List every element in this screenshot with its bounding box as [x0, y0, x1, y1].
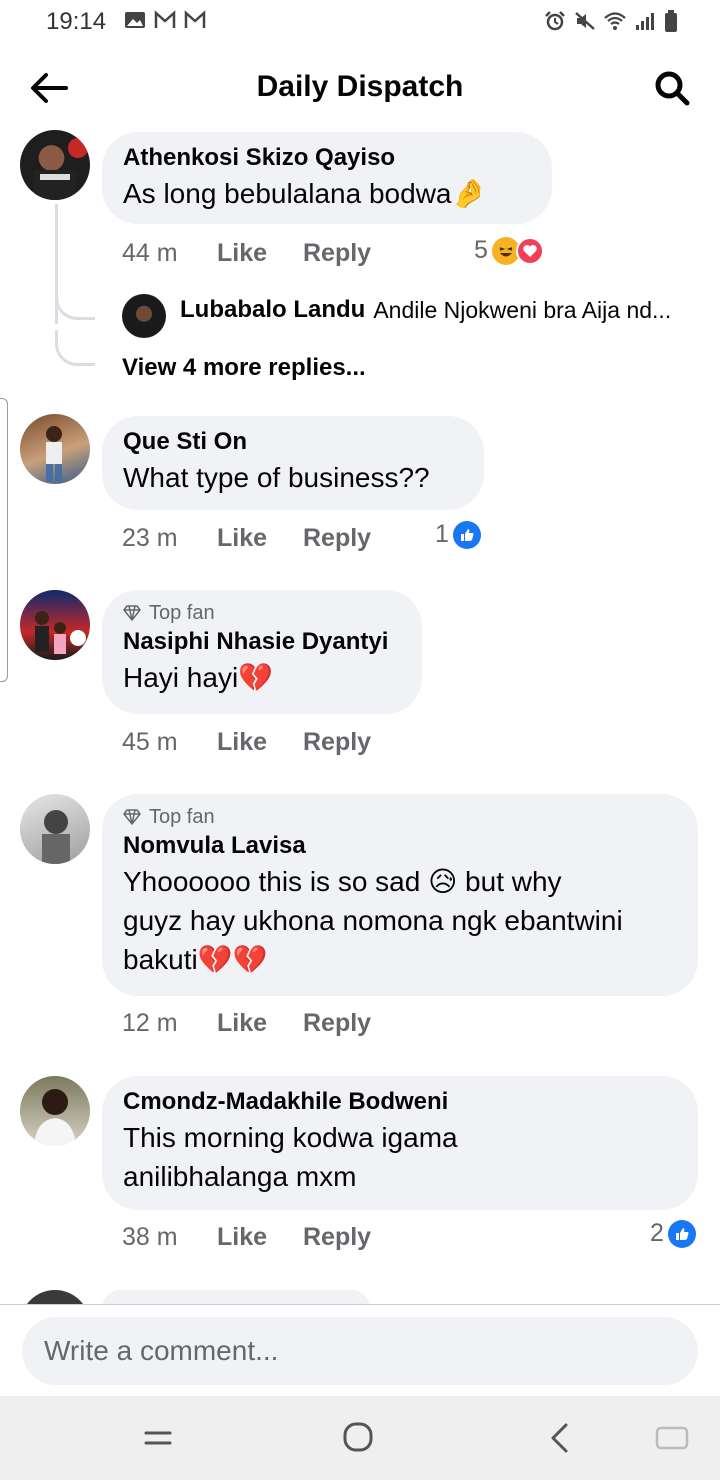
avatar[interactable] [20, 1076, 90, 1146]
keyboard-toggle-icon[interactable] [652, 1420, 692, 1456]
gmail-icon [184, 10, 206, 28]
alarm-icon [545, 11, 565, 31]
system-nav-bar [0, 1396, 720, 1480]
top-fan-label: Top fan [149, 602, 215, 624]
comment-time: 45 m [122, 727, 178, 756]
view-more-replies-link[interactable]: View 4 more replies... [122, 354, 366, 382]
comment-actions: 12 m Like Reply [122, 1006, 371, 1040]
comment-bubble: Top fan Nasiphi Nhasie Dyantyi Hayi hayi… [102, 590, 422, 714]
reaction-count: 2 [650, 1219, 664, 1247]
comment-input[interactable]: Write a comment... [22, 1317, 698, 1385]
like-icon [452, 520, 481, 549]
reaction-summary[interactable]: 1 [435, 520, 481, 549]
diamond-icon [123, 809, 141, 825]
page-title: Daily Dispatch [256, 70, 464, 103]
status-bar: 19:14 [0, 0, 720, 44]
comment-author[interactable]: Athenkosi Skizo Qayiso [123, 142, 530, 174]
wifi-icon [604, 12, 626, 30]
like-button[interactable]: Like [217, 239, 303, 268]
comment-author[interactable]: Nasiphi Nhasie Dyantyi [123, 626, 400, 658]
reply-button[interactable]: Reply [303, 1009, 371, 1038]
top-fan-label: Top fan [149, 806, 215, 828]
reaction-count: 1 [435, 520, 449, 548]
comment-text: Hayi hayi💔 [123, 662, 274, 693]
home-icon[interactable] [338, 1420, 378, 1456]
top-fan-badge: Top fan [123, 600, 400, 626]
comment-author[interactable]: Cmondz-Madakhile Bodweni [123, 1086, 676, 1118]
back-nav-icon[interactable] [540, 1420, 580, 1456]
thread-connector [55, 330, 95, 366]
comment-text-line: bakuti💔💔 [123, 944, 268, 975]
reaction-summary[interactable]: 5 [474, 236, 544, 265]
comment-bubble: Athenkosi Skizo Qayiso As long bebulalan… [102, 132, 552, 224]
header: Daily Dispatch [0, 44, 720, 132]
comment-text: As long bebulalana bodwa🤌 [123, 178, 487, 209]
comment-bubble: Top fan Nomvula Lavisa Yhoooooo this is … [102, 794, 698, 996]
reply-snippet: Andile Njokweni bra Aija nd... [373, 296, 672, 323]
comment-actions: 23 m Like Reply [122, 521, 371, 555]
avatar[interactable] [20, 414, 90, 484]
reaction-count: 5 [474, 236, 488, 264]
like-icon [667, 1219, 696, 1248]
comment-actions: 45 m Like Reply [122, 725, 371, 759]
comment-bubble: Cmondz-Madakhile Bodweni This morning ko… [102, 1076, 698, 1210]
comment-text-line: Yhoooooo this is so sad 😥 but why [123, 866, 562, 897]
thread-connector [55, 290, 95, 320]
avatar[interactable] [20, 794, 90, 864]
comment-actions: 44 m Like Reply [122, 236, 371, 270]
comment-text-line: guyz hay ukhona nomona ngk ebantwini [123, 905, 623, 936]
gmail-icon [154, 10, 176, 28]
like-button[interactable]: Like [217, 728, 303, 757]
comment-time: 12 m [122, 1008, 178, 1037]
comment-text: What type of business?? [123, 462, 430, 493]
like-button[interactable]: Like [217, 1223, 303, 1252]
comment-author[interactable]: Que Sti On [123, 426, 462, 458]
gallery-icon [125, 12, 145, 28]
reply-button[interactable]: Reply [303, 239, 371, 268]
avatar[interactable] [20, 130, 90, 200]
reply-button[interactable]: Reply [303, 524, 371, 553]
reply-button[interactable]: Reply [303, 728, 371, 757]
recent-apps-icon[interactable] [138, 1420, 178, 1456]
comment-time: 23 m [122, 523, 178, 552]
signal-icon [636, 13, 654, 30]
comment-bubble: Que Sti On What type of business?? [102, 416, 484, 510]
comment-composer-bar: Write a comment... [0, 1304, 720, 1396]
top-fan-badge: Top fan [123, 804, 676, 830]
like-button[interactable]: Like [217, 1009, 303, 1038]
comment-author[interactable]: Nomvula Lavisa [123, 830, 676, 862]
comment-time: 44 m [122, 238, 178, 267]
status-time: 19:14 [46, 8, 107, 35]
comment-time: 38 m [122, 1222, 178, 1251]
comment-actions: 38 m Like Reply [122, 1220, 371, 1254]
search-icon[interactable] [652, 68, 692, 108]
avatar[interactable] [122, 294, 166, 338]
comment-text-line: anilibhalanga mxm [123, 1161, 357, 1192]
reply-preview[interactable]: Lubabalo Landu Andile Njokweni bra Aija … [122, 294, 712, 338]
comment-text-line: This morning kodwa igama [123, 1122, 458, 1153]
love-icon [515, 236, 544, 265]
avatar[interactable] [20, 590, 90, 660]
reply-author[interactable]: Lubabalo Landu [180, 296, 365, 324]
reaction-summary[interactable]: 2 [650, 1219, 696, 1248]
scroll-indicator [0, 398, 8, 682]
like-button[interactable]: Like [217, 524, 303, 553]
mute-icon [575, 12, 595, 30]
reply-button[interactable]: Reply [303, 1223, 371, 1252]
diamond-icon [123, 605, 141, 621]
battery-icon [665, 10, 677, 32]
